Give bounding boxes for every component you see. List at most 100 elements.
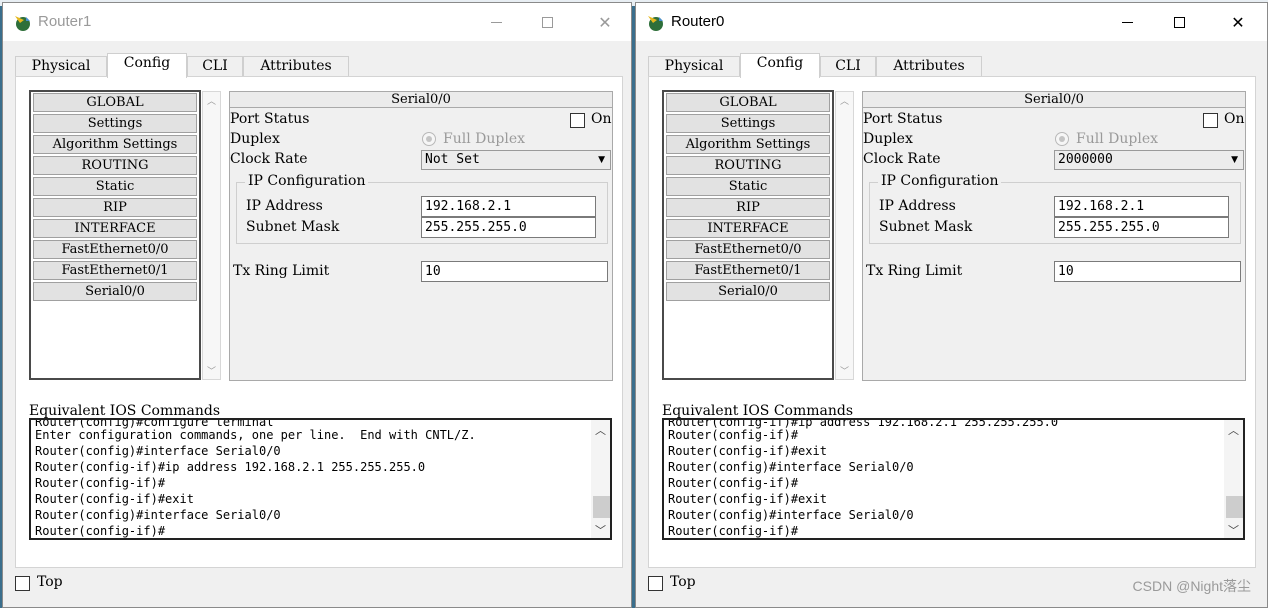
console-line: Router(config)#interface Serial0/0 bbox=[35, 508, 281, 522]
ip-address-input[interactable]: 192.168.2.1 bbox=[1054, 196, 1229, 217]
tab-attributes[interactable]: Attributes bbox=[243, 56, 349, 77]
clock-rate-select[interactable]: 2000000 ▼ bbox=[1054, 150, 1244, 170]
nav-item-routing[interactable]: ROUTING bbox=[33, 156, 197, 175]
maximize-icon[interactable] bbox=[1164, 9, 1194, 37]
port-status-label: Port Status bbox=[863, 111, 943, 127]
scrollbar-thumb[interactable] bbox=[593, 496, 610, 518]
nav-scrollbar[interactable]: ︿ ﹀ bbox=[202, 91, 221, 380]
ios-console[interactable]: Router(config-if)#ip address 192.168.2.1… bbox=[662, 418, 1245, 540]
nav-item-routing[interactable]: ROUTING bbox=[666, 156, 830, 175]
scrollbar-thumb[interactable] bbox=[1226, 496, 1243, 518]
nav-item-serial0-0[interactable]: Serial0/0 bbox=[666, 282, 830, 301]
nav-item-fastethernet0-1[interactable]: FastEthernet0/1 bbox=[666, 261, 830, 280]
nav-item-fastethernet0-0[interactable]: FastEthernet0/0 bbox=[666, 240, 830, 259]
nav-item-global[interactable]: GLOBAL bbox=[666, 93, 830, 112]
tab-attributes[interactable]: Attributes bbox=[876, 56, 982, 77]
top-checkbox[interactable] bbox=[648, 576, 663, 591]
tx-ring-limit-input[interactable]: 10 bbox=[421, 261, 608, 282]
ip-configuration-group: IP Configuration IP Address 192.168.2.1 … bbox=[236, 173, 608, 244]
tx-ring-limit-label: Tx Ring Limit bbox=[233, 263, 330, 279]
nav-item-interface[interactable]: INTERFACE bbox=[666, 219, 830, 238]
minimize-icon[interactable] bbox=[481, 9, 511, 37]
tx-ring-limit-label: Tx Ring Limit bbox=[866, 263, 963, 279]
port-on-label: On bbox=[1224, 111, 1245, 127]
nav-item-fastethernet0-1[interactable]: FastEthernet0/1 bbox=[33, 261, 197, 280]
nav-item-global[interactable]: GLOBAL bbox=[33, 93, 197, 112]
subnet-mask-input[interactable]: 255.255.255.0 bbox=[421, 217, 596, 238]
port-on-label: On bbox=[591, 111, 612, 127]
title-bar[interactable]: Router1 ✕ bbox=[3, 3, 631, 41]
full-duplex-label: Full Duplex bbox=[1076, 131, 1158, 147]
clock-rate-label: Clock Rate bbox=[230, 151, 308, 167]
tab-cli[interactable]: CLI bbox=[187, 56, 243, 77]
nav-item-serial0-0[interactable]: Serial0/0 bbox=[33, 282, 197, 301]
tab-cli[interactable]: CLI bbox=[820, 56, 876, 77]
console-line: Router(config-if)# bbox=[35, 524, 166, 538]
router0-window: Router0 ✕ Physical Config CLI Attributes… bbox=[635, 2, 1268, 608]
scroll-up-icon[interactable]: ︿ bbox=[203, 94, 220, 107]
clock-rate-value: Not Set bbox=[425, 152, 480, 167]
chevron-down-icon: ▼ bbox=[1231, 155, 1238, 165]
console-scrollbar[interactable]: ︿ ﹀ bbox=[591, 420, 610, 538]
nav-item-settings[interactable]: Settings bbox=[666, 114, 830, 133]
scroll-up-icon[interactable]: ︿ bbox=[591, 422, 610, 438]
console-line: Router(config)#interface Serial0/0 bbox=[35, 444, 281, 458]
tab-physical[interactable]: Physical bbox=[648, 56, 740, 77]
scroll-down-icon[interactable]: ﹀ bbox=[1224, 522, 1243, 538]
nav-scrollbar[interactable]: ︿ ﹀ bbox=[835, 91, 854, 380]
maximize-icon[interactable] bbox=[532, 9, 562, 37]
tab-physical[interactable]: Physical bbox=[15, 56, 107, 77]
nav-item-algorithm-settings[interactable]: Algorithm Settings bbox=[666, 135, 830, 154]
nav-item-fastethernet0-0[interactable]: FastEthernet0/0 bbox=[33, 240, 197, 259]
console-line: Router(config-if)#exit bbox=[668, 492, 827, 506]
port-on-checkbox[interactable] bbox=[1203, 113, 1218, 128]
minimize-icon[interactable] bbox=[1112, 9, 1142, 37]
close-icon[interactable]: ✕ bbox=[1223, 9, 1253, 37]
scroll-down-icon[interactable]: ﹀ bbox=[591, 522, 610, 538]
full-duplex-label: Full Duplex bbox=[443, 131, 525, 147]
nav-item-static[interactable]: Static bbox=[33, 177, 197, 196]
ip-address-input[interactable]: 192.168.2.1 bbox=[421, 196, 596, 217]
ip-address-label: IP Address bbox=[879, 198, 956, 214]
clock-rate-label: Clock Rate bbox=[863, 151, 941, 167]
close-icon[interactable]: ✕ bbox=[590, 9, 620, 37]
config-panel: GLOBAL Settings Algorithm Settings ROUTI… bbox=[648, 76, 1256, 568]
clock-rate-select[interactable]: Not Set ▼ bbox=[421, 150, 611, 170]
scroll-up-icon[interactable]: ︿ bbox=[1224, 422, 1243, 438]
tab-config[interactable]: Config bbox=[740, 53, 820, 78]
tx-ring-limit-input[interactable]: 10 bbox=[1054, 261, 1241, 282]
router-app-icon bbox=[15, 16, 30, 31]
nav-item-settings[interactable]: Settings bbox=[33, 114, 197, 133]
console-scrollbar[interactable]: ︿ ﹀ bbox=[1224, 420, 1243, 538]
tab-config[interactable]: Config bbox=[107, 53, 187, 78]
window-title: Router1 bbox=[38, 13, 92, 30]
nav-item-algorithm-settings[interactable]: Algorithm Settings bbox=[33, 135, 197, 154]
console-line: Router(config)#interface Serial0/0 bbox=[668, 508, 914, 522]
port-status-label: Port Status bbox=[230, 111, 310, 127]
nav-item-rip[interactable]: RIP bbox=[666, 198, 830, 217]
console-line: Router(config-if)#exit bbox=[35, 492, 194, 506]
duplex-label: Duplex bbox=[863, 131, 913, 147]
title-bar[interactable]: Router0 ✕ bbox=[636, 3, 1267, 41]
clock-rate-value: 2000000 bbox=[1058, 152, 1113, 167]
config-nav-list: GLOBAL Settings Algorithm Settings ROUTI… bbox=[29, 90, 201, 380]
watermark: CSDN @Night落尘 bbox=[1132, 578, 1251, 594]
scroll-down-icon[interactable]: ﹀ bbox=[836, 364, 853, 377]
nav-item-interface[interactable]: INTERFACE bbox=[33, 219, 197, 238]
ip-address-label: IP Address bbox=[246, 198, 323, 214]
nav-item-rip[interactable]: RIP bbox=[33, 198, 197, 217]
scroll-down-icon[interactable]: ﹀ bbox=[203, 364, 220, 377]
config-nav-list: GLOBAL Settings Algorithm Settings ROUTI… bbox=[662, 90, 834, 380]
subnet-mask-label: Subnet Mask bbox=[246, 219, 340, 235]
console-line: Enter configuration commands, one per li… bbox=[35, 428, 476, 442]
ip-configuration-legend: IP Configuration bbox=[878, 173, 1002, 189]
nav-item-static[interactable]: Static bbox=[666, 177, 830, 196]
top-checkbox[interactable] bbox=[15, 576, 30, 591]
router-app-icon bbox=[648, 16, 663, 31]
console-line: Router(config-if)#exit bbox=[668, 444, 827, 458]
ios-console[interactable]: Router(config)#configure terminal Enter … bbox=[29, 418, 612, 540]
scroll-up-icon[interactable]: ︿ bbox=[836, 94, 853, 107]
subnet-mask-input[interactable]: 255.255.255.0 bbox=[1054, 217, 1229, 238]
router1-window: Router1 ✕ Physical Config CLI Attributes… bbox=[2, 2, 632, 608]
port-on-checkbox[interactable] bbox=[570, 113, 585, 128]
